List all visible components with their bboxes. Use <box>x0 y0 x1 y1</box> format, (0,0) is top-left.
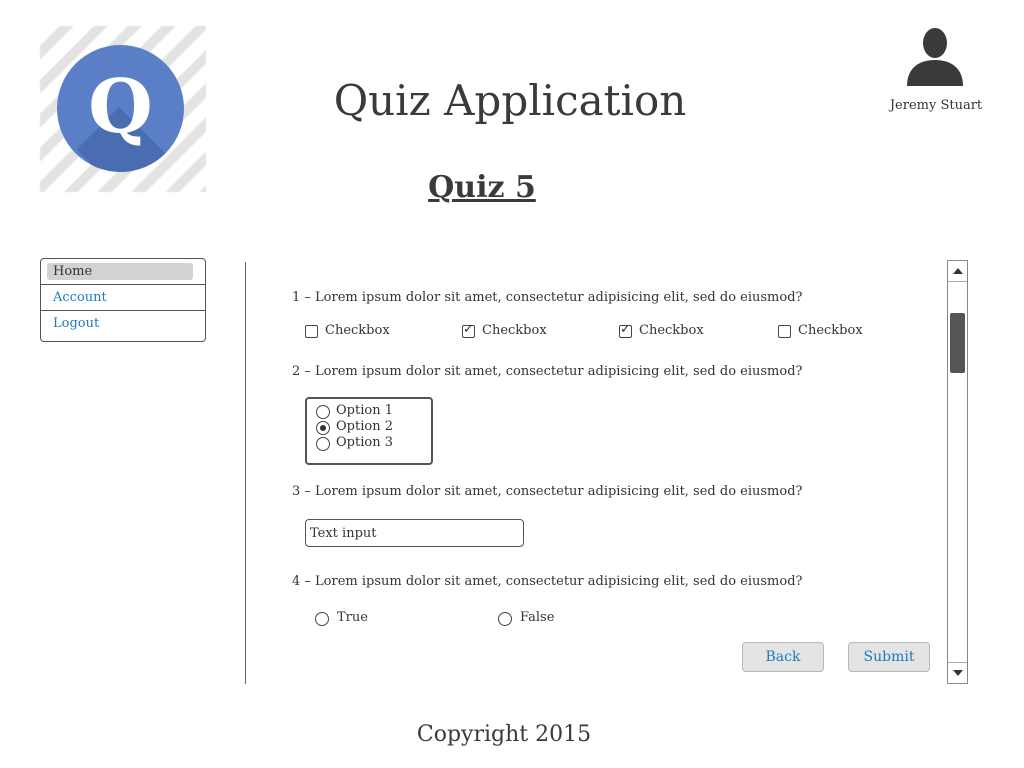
content-divider <box>245 262 246 684</box>
radio-option-1[interactable]: Option 1 <box>316 403 416 419</box>
app-logo: Q <box>57 45 184 172</box>
radio-icon[interactable] <box>316 405 330 419</box>
nav-item-label: Home <box>53 264 93 279</box>
question-4-option-true[interactable]: True <box>315 610 405 628</box>
vertical-scrollbar[interactable] <box>947 260 968 684</box>
checkbox-checked-icon[interactable] <box>462 322 475 338</box>
logo-letter: Q <box>88 64 153 150</box>
scroll-down-arrow-icon <box>953 670 963 676</box>
submit-button[interactable]: Submit <box>848 642 930 672</box>
nav-item-label: Logout <box>53 316 100 331</box>
checkbox-label: Checkbox <box>325 323 390 338</box>
nav-item-label: Account <box>53 290 107 305</box>
sidebar-nav: Home Account Logout <box>40 258 206 342</box>
nav-item-account[interactable]: Account <box>41 285 205 310</box>
nav-item-home[interactable]: Home <box>41 259 205 284</box>
checkbox-icon[interactable] <box>305 325 318 338</box>
checkbox-label: Checkbox <box>798 323 863 338</box>
scroll-up-button[interactable] <box>948 261 967 282</box>
scroll-up-arrow-icon <box>953 268 963 274</box>
question-4-option-false[interactable]: False <box>498 610 588 628</box>
question-3-text: 3 – Lorem ipsum dolor sit amet, consecte… <box>292 484 803 499</box>
question-2-text: 2 – Lorem ipsum dolor sit amet, consecte… <box>292 364 803 379</box>
radio-icon[interactable] <box>315 612 329 626</box>
copyright-text: Copyright 2015 <box>416 722 592 747</box>
quiz-title: Quiz 5 <box>428 170 536 205</box>
radio-label: Option 3 <box>336 435 393 450</box>
question-1-checkbox-2[interactable]: Checkbox <box>462 322 582 341</box>
checkbox-checked-icon[interactable] <box>619 322 632 338</box>
question-1-checkbox-4[interactable]: Checkbox <box>778 323 898 341</box>
nav-item-logout[interactable]: Logout <box>41 311 205 336</box>
radio-option-2[interactable]: Option 2 <box>316 419 416 435</box>
checkbox-label: Checkbox <box>639 323 704 338</box>
scroll-thumb[interactable] <box>950 313 965 373</box>
back-button[interactable]: Back <box>742 642 824 672</box>
question-4-text: 4 – Lorem ipsum dolor sit amet, consecte… <box>292 574 803 589</box>
radio-icon[interactable] <box>498 612 512 626</box>
radio-label: False <box>520 610 555 625</box>
radio-label: True <box>337 610 368 625</box>
question-1-checkbox-1[interactable]: Checkbox <box>305 323 425 341</box>
radio-label: Option 1 <box>336 403 393 418</box>
question-1-text: 1 – Lorem ipsum dolor sit amet, consecte… <box>292 290 803 305</box>
radio-icon[interactable] <box>316 437 330 451</box>
user-avatar-icon[interactable] <box>905 28 965 86</box>
radio-option-3[interactable]: Option 3 <box>316 435 416 451</box>
radio-label: Option 2 <box>336 419 393 434</box>
user-name[interactable]: Jeremy Stuart <box>880 98 992 113</box>
question-3-text-input[interactable]: Text input <box>305 519 524 547</box>
radio-selected-icon[interactable] <box>316 421 330 435</box>
question-2-radio-group: Option 1 Option 2 Option 3 <box>305 397 433 465</box>
question-1-checkbox-3[interactable]: Checkbox <box>619 322 739 341</box>
checkbox-icon[interactable] <box>778 325 791 338</box>
scroll-down-button[interactable] <box>948 662 967 683</box>
checkbox-label: Checkbox <box>482 323 547 338</box>
app-title: Quiz Application <box>333 76 687 125</box>
